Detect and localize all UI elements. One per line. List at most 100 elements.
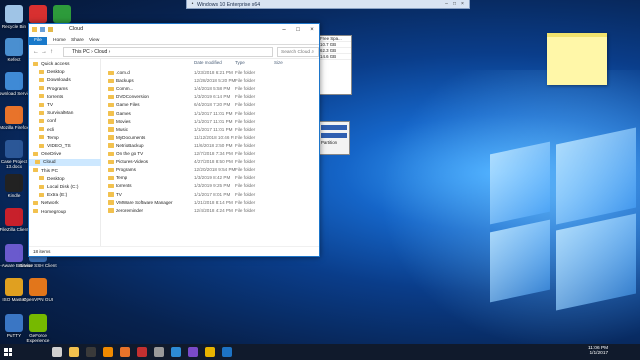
file-row[interactable]: Game Files 6/4/2018 7:20 PM File folder xyxy=(102,101,319,108)
nav-item[interactable]: OneDrive xyxy=(29,151,101,158)
file-date: 1/3/2019 8:42 PM xyxy=(194,175,231,181)
background-window[interactable]: Free Spa... 10.7 GB 62.3 GB 14.6 GB xyxy=(316,35,352,95)
computer-icon xyxy=(33,168,38,173)
vlc-icon[interactable] xyxy=(103,347,113,357)
calculator-icon[interactable] xyxy=(171,347,181,357)
file-type: File folder xyxy=(235,207,256,213)
file-explorer-window[interactable]: Cloud – □ × File Home Share View ← → ↑ T… xyxy=(28,23,320,257)
task-view-icon[interactable] xyxy=(52,347,62,357)
file-row[interactable]: Programs 12/20/2018 9:54 PM File folder xyxy=(102,166,319,173)
file-row[interactable]: MyDocuments 11/12/2018 10:46 P... File fol… xyxy=(102,134,319,141)
file-explorer-icon[interactable] xyxy=(69,347,79,357)
desktop-icon[interactable]: OpenVPN GUI xyxy=(18,278,58,302)
forward-arrow-icon[interactable]: → xyxy=(41,49,47,55)
file-row[interactable]: On the go TV 12/7/2018 7:34 PM File folder xyxy=(102,150,319,157)
file-row[interactable]: VMWare Software Manager 1/21/2018 8:14 PM… xyxy=(102,199,319,206)
tab-share[interactable]: Share xyxy=(71,37,84,45)
properties-icon[interactable] xyxy=(40,27,45,32)
techpowerup-icon xyxy=(53,5,71,23)
windows-wallpaper-logo xyxy=(470,118,640,328)
file-row[interactable]: torrents 1/3/2019 9:25 PM File folder xyxy=(102,182,319,189)
desktop-icon-label: OpenVPN GUI xyxy=(22,297,54,302)
nav-item[interactable]: Local Disk (C:) xyxy=(29,184,101,191)
vm-title-bar[interactable]: • Windows 10 Enterprise x64 – □ × xyxy=(186,0,470,9)
file-type: File folder xyxy=(235,118,256,124)
file-row[interactable]: DVDConversion 1/3/2019 6:14 PM File folder xyxy=(102,93,319,100)
tab-home[interactable]: Home xyxy=(53,37,66,45)
start-button[interactable] xyxy=(4,348,12,356)
file-row[interactable]: Pictures-Videos 4/27/2018 8:50 PM File fol… xyxy=(102,158,319,165)
vm-close-icon[interactable]: × xyxy=(459,1,466,7)
minimize-icon[interactable]: – xyxy=(277,24,291,36)
file-row[interactable]: zeroreminder 12/4/2018 4:24 PM File folder xyxy=(102,207,319,214)
pdf-icon[interactable] xyxy=(137,347,147,357)
file-row[interactable]: Comm... 1/4/2018 5:58 PM File folder xyxy=(102,85,319,92)
partition-bar xyxy=(321,125,347,130)
file-date: 1/23/2018 6:21 PM xyxy=(194,70,233,75)
address-bar[interactable]: This PC › Cloud › xyxy=(63,47,273,57)
item-count: 18 items xyxy=(33,249,51,254)
nav-item[interactable]: SurvivalMan xyxy=(29,110,101,117)
file-row[interactable]: Temp 1/3/2019 8:42 PM File folder xyxy=(102,174,319,181)
nav-item[interactable]: Downloads xyxy=(29,77,101,84)
tab-view[interactable]: View xyxy=(89,37,99,45)
file-date: 12/7/2018 7:34 PM xyxy=(194,151,233,156)
nav-item[interactable]: VIDEO_TS xyxy=(29,143,101,150)
disk-management-window[interactable]: Partition xyxy=(318,121,350,155)
firefox-icon[interactable] xyxy=(120,347,130,357)
nav-item[interactable]: Quick access xyxy=(29,61,101,68)
vm-minimize-icon[interactable]: – xyxy=(443,1,450,7)
folder-icon xyxy=(35,159,40,164)
media-player-icon[interactable] xyxy=(86,347,96,357)
file-row[interactable]: Movies 1/1/2017 11:01 PM File folder xyxy=(102,118,319,125)
nav-item[interactable]: TV xyxy=(29,102,101,109)
nav-item[interactable]: This PC xyxy=(29,168,101,175)
file-row[interactable]: TV 1/1/2017 8:01 PM File folder xyxy=(102,191,319,198)
nav-item[interactable]: Homegroup xyxy=(29,209,101,216)
file-row[interactable]: NetrioBackup 11/6/2018 2:50 PM File folder xyxy=(102,142,319,149)
chrome-icon[interactable] xyxy=(205,347,215,357)
explorer-title-bar[interactable]: Cloud – □ × xyxy=(29,24,319,36)
column-type-header[interactable]: Type xyxy=(235,59,245,66)
desktop-icon[interactable]: GeForce Experience xyxy=(18,314,58,344)
nav-item[interactable]: Extra (E:) xyxy=(29,192,101,199)
tab-file[interactable]: File xyxy=(29,37,47,45)
column-size-header[interactable]: Size xyxy=(274,59,283,66)
nav-item[interactable]: torrents xyxy=(29,94,101,101)
folder-icon xyxy=(108,208,114,213)
folder-icon xyxy=(108,70,114,75)
nav-item[interactable]: Desktop xyxy=(29,176,101,183)
system-clock[interactable]: 11:06 PM 1/1/2017 xyxy=(588,346,608,356)
nav-item-label: Temp xyxy=(47,135,59,141)
nav-item[interactable]: Programs xyxy=(29,86,101,93)
nav-item[interactable]: Temp xyxy=(29,135,101,142)
nav-item[interactable]: ecli xyxy=(29,127,101,134)
file-row[interactable]: Music 1/1/2017 11:01 PM File folder xyxy=(102,126,319,133)
nav-item[interactable]: Desktop xyxy=(29,69,101,76)
search-input[interactable]: Search Cloud ⌕ xyxy=(277,47,319,57)
back-arrow-icon[interactable]: ← xyxy=(33,49,39,55)
file-row[interactable]: Backups 12/28/2018 5:20 PM File folder xyxy=(102,77,319,84)
file-name: TV xyxy=(116,191,122,197)
file-type: File folder xyxy=(235,159,256,165)
nav-item[interactable]: conf xyxy=(29,118,101,125)
vm-restore-icon[interactable]: □ xyxy=(451,1,458,7)
folder-icon xyxy=(108,119,114,124)
column-date-header[interactable]: Date modified xyxy=(194,59,222,66)
new-folder-icon[interactable] xyxy=(48,27,53,32)
up-arrow-icon[interactable]: ↑ xyxy=(50,49,53,55)
sticky-note[interactable] xyxy=(547,33,607,85)
file-row[interactable]: .com.d 1/23/2018 6:21 PM File folder xyxy=(102,69,319,76)
nav-item[interactable]: Network xyxy=(29,200,101,207)
close-icon[interactable]: × xyxy=(305,24,319,36)
settings-icon[interactable] xyxy=(154,347,164,357)
file-row[interactable]: Games 1/1/2017 11:01 PM File folder xyxy=(102,110,319,117)
file-date: 12/4/2018 4:24 PM xyxy=(194,207,233,213)
app-icon[interactable] xyxy=(188,347,198,357)
nav-item[interactable]: Cloud xyxy=(29,159,101,167)
mail-icon[interactable] xyxy=(222,347,232,357)
vm-pin-icon[interactable]: • xyxy=(189,1,196,7)
file-type: File folder xyxy=(235,151,256,156)
maximize-icon[interactable]: □ xyxy=(291,24,305,36)
kindle-icon xyxy=(5,174,23,192)
